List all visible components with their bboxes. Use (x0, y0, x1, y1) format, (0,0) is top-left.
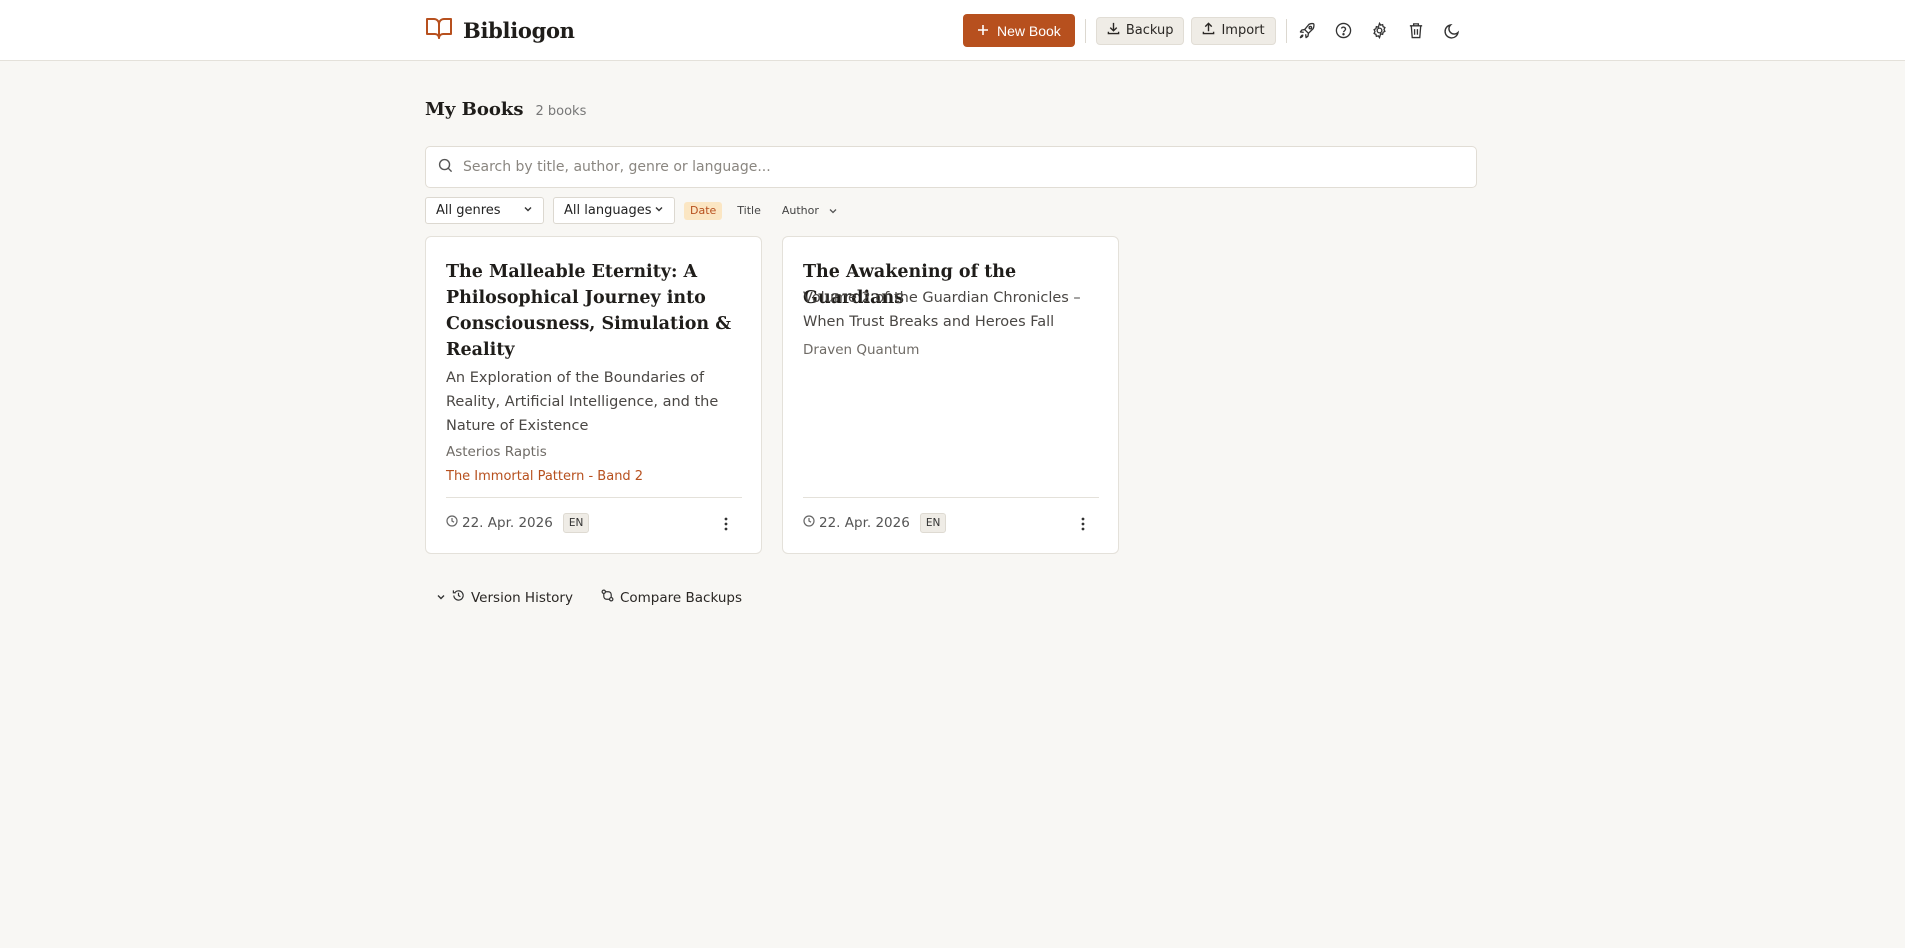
clock-icon (803, 515, 815, 531)
version-history-label: Version History (471, 589, 573, 606)
rocket-icon[interactable] (1297, 20, 1319, 42)
language-select-value: All languages (564, 203, 652, 218)
more-vertical-icon[interactable] (1073, 513, 1093, 535)
book-date: 22. Apr. 2026 (446, 515, 553, 531)
book-date-text: 22. Apr. 2026 (819, 515, 910, 531)
book-date: 22. Apr. 2026 (803, 515, 910, 531)
language-badge: EN (562, 513, 590, 533)
genre-select[interactable]: All genres (425, 197, 544, 224)
card-divider (803, 497, 1099, 498)
language-badge: EN (919, 513, 947, 533)
page-heading: My Books 2 books (425, 99, 586, 120)
clock-icon (446, 515, 458, 531)
genre-select-value: All genres (436, 203, 501, 218)
book-meta: 22. Apr. 2026 EN (803, 513, 947, 533)
new-book-button[interactable]: New Book (963, 14, 1075, 47)
book-subtitle: An Exploration of the Boundaries of Real… (446, 370, 719, 434)
download-icon (1107, 22, 1120, 39)
sort-title[interactable]: Title (731, 202, 767, 220)
moon-icon[interactable] (1441, 20, 1463, 42)
upload-icon (1202, 22, 1215, 39)
brand[interactable]: Bibliogon (425, 14, 575, 46)
gear-icon[interactable] (1369, 20, 1391, 42)
search-input[interactable] (463, 147, 1476, 187)
book-author: Asterios Raptis (446, 444, 547, 460)
book-title: The Malleable Eternity: A Philosophical … (446, 262, 732, 360)
version-history-toggle[interactable]: Version History (436, 589, 573, 606)
backup-button[interactable]: Backup (1095, 16, 1185, 45)
book-logo-icon (425, 16, 453, 44)
filter-bar: All genres All languages Date Title Auth… (425, 197, 838, 224)
book-meta: 22. Apr. 2026 EN (446, 513, 590, 533)
search-bar[interactable] (425, 146, 1477, 188)
divider (1285, 18, 1287, 43)
book-count: 2 books (535, 104, 587, 119)
backup-label: Backup (1125, 23, 1174, 38)
book-date-text: 22. Apr. 2026 (462, 515, 553, 531)
chevron-down-icon (436, 590, 446, 606)
page-title: My Books (425, 99, 524, 120)
brand-name: Bibliogon (463, 17, 575, 43)
import-label: Import (1221, 23, 1265, 38)
book-card[interactable]: The Malleable Eternity: A Philosophical … (425, 236, 762, 554)
chevron-down-icon (654, 203, 664, 218)
trash-icon[interactable] (1405, 20, 1427, 42)
history-icon (452, 589, 465, 606)
sort-date[interactable]: Date (684, 201, 723, 220)
sort-author[interactable]: Author (776, 202, 825, 220)
help-icon[interactable] (1333, 20, 1355, 42)
import-button[interactable]: Import (1191, 16, 1276, 45)
compare-backups-link[interactable]: Compare Backups (601, 589, 742, 606)
search-icon (438, 158, 453, 177)
plus-icon (977, 23, 989, 39)
card-divider (446, 497, 742, 498)
book-subtitle: Volume 2 of the Guardian Chronicles – Wh… (803, 290, 1081, 330)
divider (1084, 18, 1086, 43)
header-actions: New Book Backup Import (963, 14, 1463, 47)
compare-backups-label: Compare Backups (619, 589, 743, 606)
language-select[interactable]: All languages (553, 197, 675, 224)
top-bar: Bibliogon New Book Backup Import (0, 0, 1905, 61)
chevron-down-icon (523, 203, 533, 218)
book-card[interactable]: The Awakening of the Guardians Volume 2 … (782, 236, 1119, 554)
book-author: Draven Quantum (803, 342, 920, 358)
compare-icon (601, 589, 614, 606)
sort-direction-chevron-icon[interactable] (828, 201, 838, 220)
book-series[interactable]: The Immortal Pattern - Band 2 (446, 469, 643, 484)
more-vertical-icon[interactable] (716, 513, 736, 535)
new-book-label: New Book (997, 22, 1061, 39)
footer-links: Version History Compare Backups (436, 589, 742, 606)
